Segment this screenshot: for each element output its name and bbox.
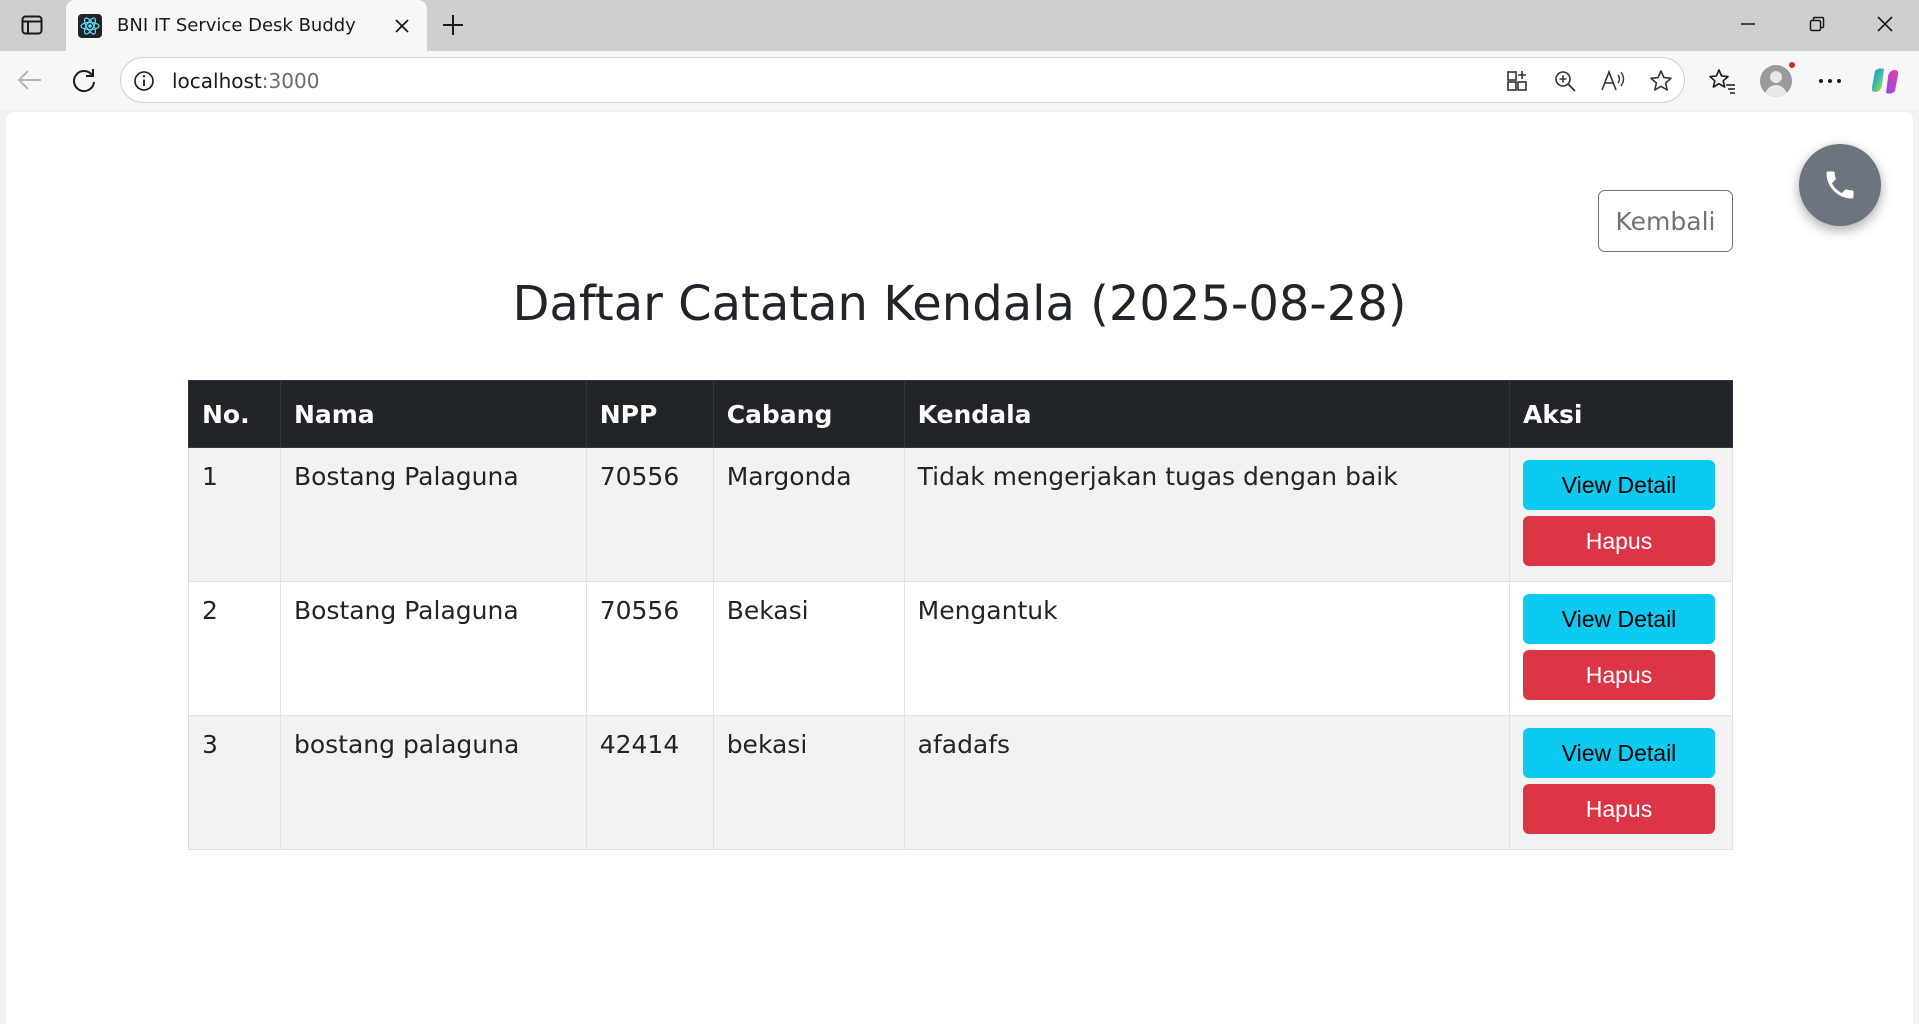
tab-title: BNI IT Service Desk Buddy	[117, 15, 356, 36]
cell-no: 2	[188, 581, 281, 716]
favorite-star-icon[interactable]	[1647, 67, 1675, 95]
page-viewport: Kembali Daftar Catatan Kendala (2025-08-…	[6, 112, 1913, 1024]
avatar-icon	[1760, 65, 1792, 97]
url-text[interactable]: localhost:3000	[172, 69, 319, 93]
cell-npp: 70556	[585, 447, 714, 582]
view-detail-button[interactable]: View Detail	[1522, 594, 1715, 644]
browser-toolbar: localhost:3000	[0, 51, 1919, 110]
delete-button[interactable]: Hapus	[1522, 516, 1715, 566]
read-aloud-icon[interactable]	[1599, 67, 1627, 95]
favorites-icon[interactable]	[1703, 62, 1741, 100]
url-port: :3000	[261, 69, 320, 93]
cell-kendala: Tidak mengerjakan tugas dengan baik	[903, 447, 1510, 582]
view-detail-button[interactable]: View Detail	[1522, 728, 1715, 778]
cell-cabang: bekasi	[712, 715, 905, 850]
column-header-no: No.	[188, 380, 281, 448]
tab-strip: BNI IT Service Desk Buddy	[0, 0, 1919, 51]
back-arrow-icon[interactable]	[12, 62, 48, 98]
column-header-kendala: Kendala	[903, 380, 1510, 448]
column-header-cabang: Cabang	[712, 380, 905, 448]
more-options-icon[interactable]	[1811, 62, 1849, 100]
table-row: 1 Bostang Palaguna 70556 Margonda Tidak …	[188, 447, 1734, 582]
delete-button[interactable]: Hapus	[1522, 784, 1715, 834]
profile-avatar[interactable]	[1757, 60, 1797, 100]
tab-actions-icon[interactable]	[16, 10, 48, 40]
cell-cabang: Margonda	[712, 447, 905, 582]
cell-npp: 70556	[585, 581, 714, 716]
url-host: localhost	[172, 69, 262, 93]
table-row: 2 Bostang Palaguna 70556 Bekasi Mengantu…	[188, 581, 1734, 716]
complaints-table: No. Nama NPP Cabang Kendala Aksi 1 Bosta…	[188, 380, 1734, 850]
browser-tab[interactable]: BNI IT Service Desk Buddy	[66, 0, 427, 51]
column-header-nama: Nama	[279, 380, 587, 448]
view-detail-button[interactable]: View Detail	[1522, 460, 1715, 510]
site-info-icon[interactable]	[131, 68, 157, 94]
cell-nama: Bostang Palaguna	[279, 581, 587, 716]
cell-npp: 42414	[585, 715, 714, 850]
cell-aksi: View Detail Hapus	[1508, 715, 1734, 850]
zoom-icon[interactable]	[1551, 67, 1579, 95]
close-window-icon[interactable]	[1858, 0, 1912, 48]
cell-aksi: View Detail Hapus	[1508, 447, 1734, 582]
new-tab-icon[interactable]	[437, 9, 469, 41]
table-header-row: No. Nama NPP Cabang Kendala Aksi	[188, 380, 1734, 448]
phone-icon	[1826, 171, 1854, 199]
reload-icon[interactable]	[66, 62, 102, 98]
cell-nama: Bostang Palaguna	[279, 447, 587, 582]
call-button[interactable]	[1799, 144, 1881, 226]
cell-no: 1	[188, 447, 281, 582]
app-available-icon[interactable]	[1503, 67, 1531, 95]
column-header-aksi: Aksi	[1508, 380, 1734, 448]
minimize-icon[interactable]	[1721, 0, 1775, 48]
cell-aksi: View Detail Hapus	[1508, 581, 1734, 716]
cell-kendala: afadafs	[903, 715, 1510, 850]
cell-cabang: Bekasi	[712, 581, 905, 716]
delete-button[interactable]: Hapus	[1522, 650, 1715, 700]
page-title: Daftar Catatan Kendala (2025-08-28)	[512, 276, 1407, 332]
restore-icon[interactable]	[1790, 0, 1844, 48]
cell-no: 3	[188, 715, 281, 850]
cell-kendala: Mengantuk	[903, 581, 1510, 716]
notification-dot	[1787, 60, 1797, 70]
cell-nama: bostang palaguna	[279, 715, 587, 850]
copilot-icon[interactable]	[1866, 62, 1904, 100]
column-header-npp: NPP	[585, 380, 714, 448]
back-button[interactable]: Kembali	[1598, 190, 1733, 252]
react-logo-icon	[77, 13, 103, 39]
table-row: 3 bostang palaguna 42414 bekasi afadafs …	[188, 715, 1734, 850]
close-tab-icon[interactable]	[387, 11, 417, 41]
address-bar[interactable]: localhost:3000	[120, 57, 1685, 103]
